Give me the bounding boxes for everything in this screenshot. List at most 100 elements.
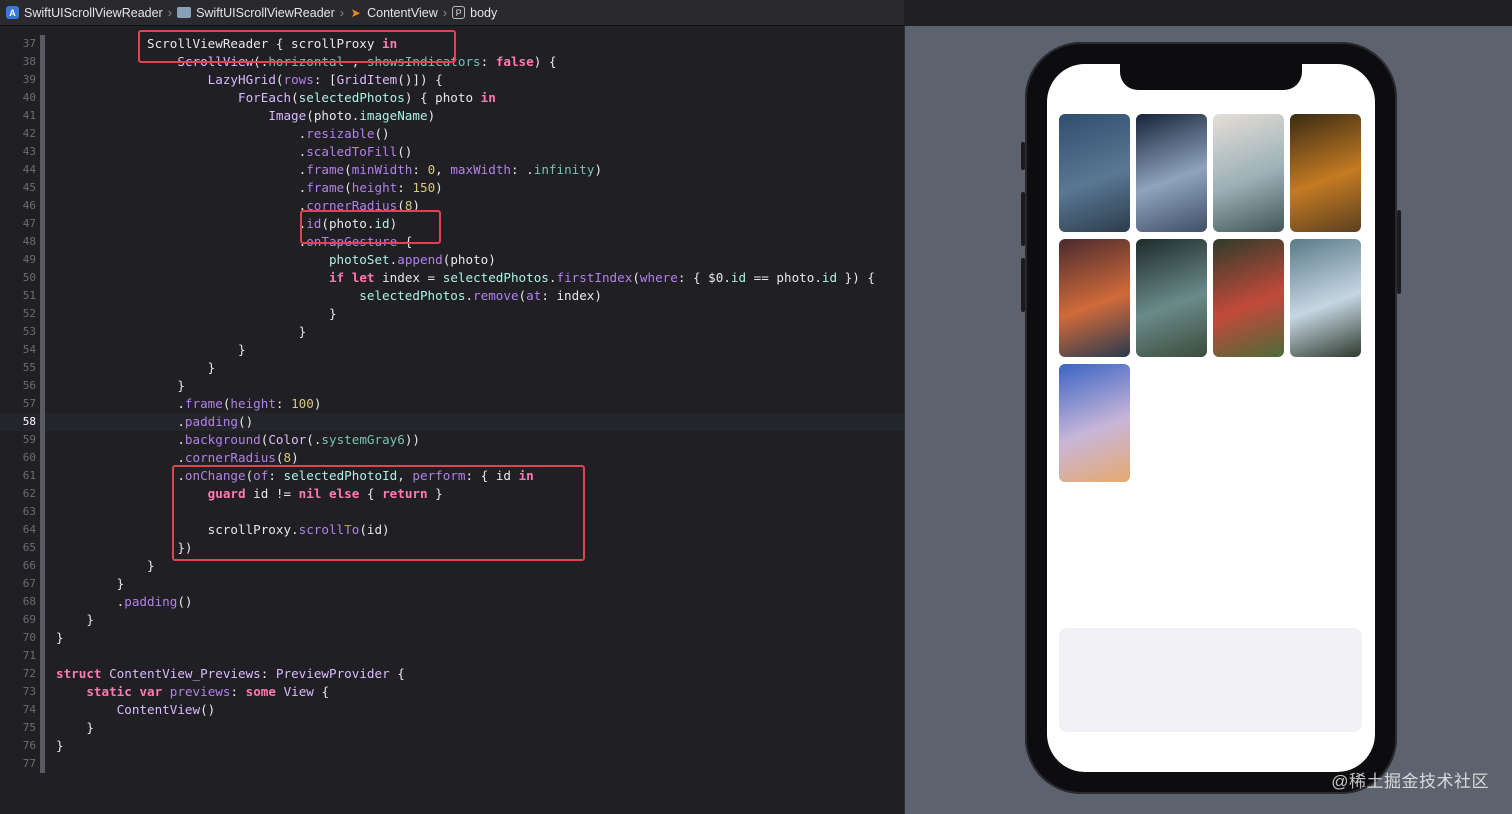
photo-tile[interactable] (1136, 239, 1207, 357)
code-line[interactable]: 56 } (0, 377, 904, 395)
code-token: frame (306, 180, 345, 195)
change-bar (40, 665, 45, 683)
code-line[interactable]: 74 ContentView() (0, 701, 904, 719)
code-token: () (177, 594, 193, 609)
code-token: struct (56, 666, 102, 681)
code-token: : (480, 54, 496, 69)
photo-tile[interactable] (1290, 114, 1361, 232)
breadcrumb-item[interactable]: ➤ ContentView (349, 6, 438, 20)
breadcrumb-item[interactable]: Pbody (452, 6, 497, 20)
code-line[interactable]: 45 .frame(height: 150) (0, 179, 904, 197)
code-line[interactable]: 46 .cornerRadius(8) (0, 197, 904, 215)
change-bar (40, 449, 45, 467)
code-text: } (56, 377, 185, 395)
code-token: selectedPhotos (298, 90, 405, 105)
photo-tile[interactable] (1059, 364, 1130, 482)
code-line[interactable]: 41 Image(photo.imageName) (0, 107, 904, 125)
code-token: padding (124, 594, 178, 609)
change-bar (40, 719, 45, 737)
photo-tile[interactable] (1213, 239, 1284, 357)
code-line[interactable]: 67 } (0, 575, 904, 593)
code-token: } (56, 720, 94, 735)
code-line[interactable]: 54 } (0, 341, 904, 359)
photo-tile[interactable] (1059, 239, 1130, 357)
breadcrumb-separator: › (167, 5, 173, 20)
code-line[interactable]: 58 .padding() (0, 413, 904, 431)
code-token: height (351, 180, 398, 195)
change-bar (40, 251, 45, 269)
code-line[interactable]: 71 (0, 647, 904, 665)
code-text: .frame(minWidth: 0, maxWidth: .infinity) (56, 161, 602, 179)
photo-tile[interactable] (1136, 114, 1207, 232)
code-line[interactable]: 75 } (0, 719, 904, 737)
code-text: .padding() (56, 413, 253, 431)
code-line[interactable]: 43 .scaledToFill() (0, 143, 904, 161)
code-text: } (56, 737, 64, 755)
line-number: 72 (22, 667, 36, 680)
code-line[interactable]: 76} (0, 737, 904, 755)
code-token: photoSet (328, 252, 390, 267)
change-bar (40, 737, 45, 755)
code-token: firstIndex (556, 270, 633, 285)
line-number: 44 (22, 163, 36, 176)
code-token: height (230, 396, 276, 411)
code-token: ) (291, 450, 299, 465)
code-line[interactable]: 77 (0, 755, 904, 773)
code-text: } (56, 323, 307, 341)
highlight-id-modifier (300, 210, 441, 244)
code-token: Image (268, 108, 307, 123)
breadcrumb-item[interactable]: SwiftUIScrollViewReader (177, 6, 335, 20)
code-text: } (56, 557, 155, 575)
canvas-preview: @稀土掘金技术社区 (904, 26, 1512, 814)
code-line[interactable]: 57 .frame(height: 100) (0, 395, 904, 413)
photo-tile[interactable] (1059, 114, 1130, 232)
code-line[interactable]: 48 .onTapGesture { (0, 233, 904, 251)
code-line[interactable]: 50 if let index = selectedPhotos.firstIn… (0, 269, 904, 287)
code-line[interactable]: 70} (0, 629, 904, 647)
code-token: ( (632, 270, 640, 285)
code-line[interactable]: 72 struct ContentView_Previews: PreviewPr… (0, 665, 904, 683)
change-bar (40, 755, 45, 773)
code-line[interactable]: 55 } (0, 359, 904, 377)
photo-tile[interactable] (1290, 239, 1361, 357)
change-bar (40, 107, 45, 125)
code-token: id (821, 270, 838, 285)
code-token: minWidth (351, 162, 413, 177)
change-bar (40, 647, 45, 665)
code-line[interactable]: 52 } (0, 305, 904, 323)
code-line[interactable]: 53 } (0, 323, 904, 341)
code-line[interactable]: 44 .frame(minWidth: 0, maxWidth: .infini… (0, 161, 904, 179)
code-line[interactable]: 40 ForEach(selectedPhotos) { photo in (0, 89, 904, 107)
code-token: remove (473, 288, 519, 303)
line-number: 55 (22, 361, 36, 374)
line-number: 58 (22, 415, 36, 428)
code-token: frame (306, 162, 345, 177)
code-line[interactable]: 49 photoSet.append(photo) (0, 251, 904, 269)
change-bar (40, 521, 45, 539)
code-editor[interactable]: 77 76} 75 } 74 ContentView() 73 static var p… (0, 26, 904, 814)
code-line[interactable]: 39 LazyHGrid(rows: [GridItem()]) { (0, 71, 904, 89)
highlight-scrollviewreader (138, 30, 456, 63)
code-token: ( (344, 180, 352, 195)
code-line[interactable]: 68 .padding() (0, 593, 904, 611)
code-token: append (397, 252, 443, 267)
change-bar (40, 341, 45, 359)
code-line[interactable]: 42 .resizable() (0, 125, 904, 143)
code-line[interactable]: 51 selectedPhotos.remove(at: index) (0, 287, 904, 305)
code-token: () (237, 414, 254, 429)
selected-photos-scroll-area[interactable] (1059, 628, 1362, 732)
phone-screen (1047, 64, 1375, 772)
code-line[interactable]: 59 .background(Color(.systemGray6)) (0, 431, 904, 449)
code-line[interactable]: 47 .id(photo.id) (0, 215, 904, 233)
code-line[interactable]: 73 static var previews: some View { (0, 683, 904, 701)
breadcrumb-item[interactable]: A SwiftUIScrollViewReader (6, 6, 163, 20)
line-number: 49 (22, 253, 36, 266)
photo-tile[interactable] (1213, 114, 1284, 232)
line-number: 48 (22, 235, 36, 248)
code-token: (photo. (306, 108, 360, 123)
code-line[interactable]: 69 } (0, 611, 904, 629)
